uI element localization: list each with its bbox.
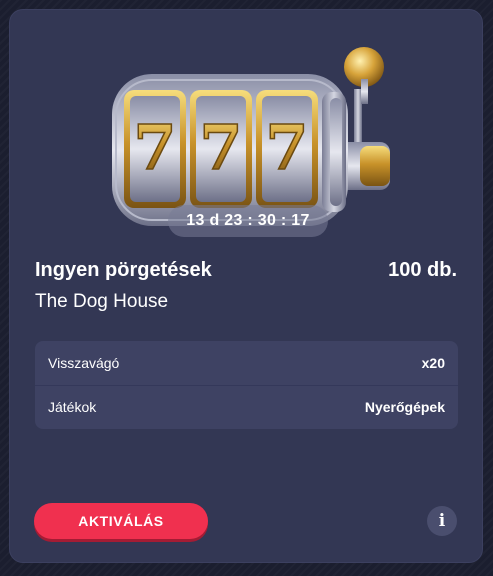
svg-text:7: 7 [133, 111, 176, 184]
svg-text:7: 7 [265, 111, 308, 184]
promo-title: Ingyen pörgetések [35, 259, 212, 281]
game-name: The Dog House [35, 291, 169, 312]
spin-amount: 100 db. [388, 259, 457, 281]
info-icon[interactable]: i [427, 506, 457, 536]
detail-label: Játékok [48, 399, 97, 415]
details-table: Visszavágó x20 Játékok Nyerőgépek [35, 341, 458, 429]
detail-value: x20 [421, 355, 445, 371]
svg-text:7: 7 [199, 111, 242, 184]
free-spins-card: 7 7 7 13 d 23 : 30 : 17 Ingyen pörgetése… [9, 9, 483, 563]
slot-machine-icon: 7 7 7 [98, 34, 408, 234]
activate-button[interactable]: AKTIVÁLÁS [34, 503, 208, 539]
countdown-timer: 13 d 23 : 30 : 17 [168, 205, 328, 237]
detail-value: Nyerőgépek [364, 399, 445, 415]
detail-label: Visszavágó [48, 355, 120, 371]
detail-row-wagering: Visszavágó x20 [35, 341, 458, 386]
detail-row-games: Játékok Nyerőgépek [35, 385, 458, 429]
